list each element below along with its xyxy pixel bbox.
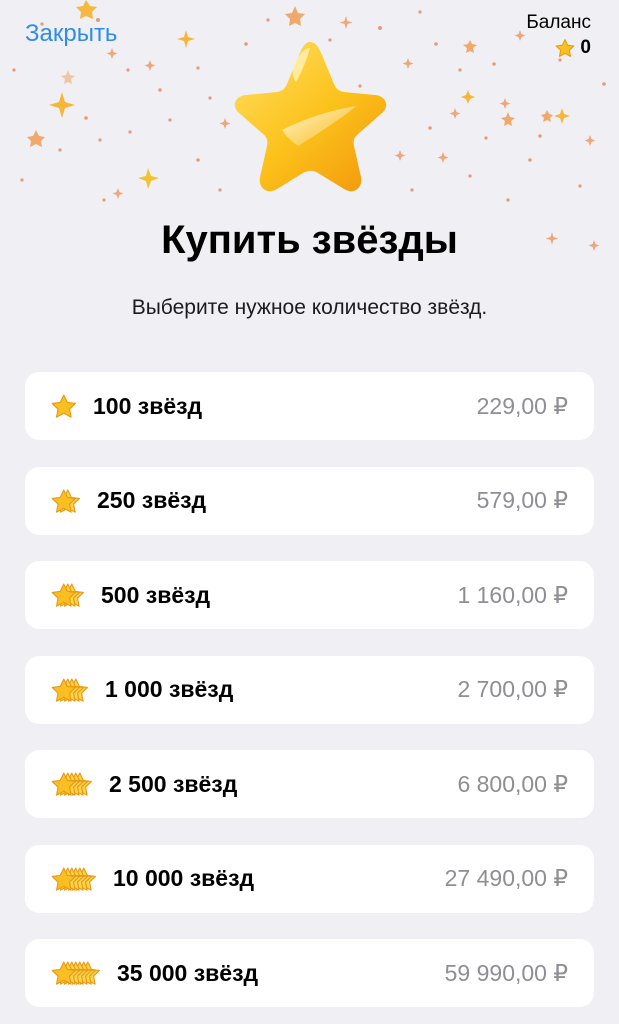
package-label: 1 000 звёзд bbox=[105, 676, 234, 702]
telegram-star-icon bbox=[234, 42, 387, 192]
package-label: 35 000 звёзд bbox=[117, 959, 259, 986]
stars-stack-svg bbox=[51, 677, 88, 702]
package-price: 229,00 ₽ bbox=[476, 392, 568, 419]
star-packages-list: 100 звёзд 229,00 ₽ 250 звёзд 579,00 ₽ 50… bbox=[25, 372, 594, 1024]
stars-stack-icon bbox=[49, 484, 83, 518]
star-package-row[interactable]: 35 000 звёзд 59 990,00 ₽ bbox=[25, 939, 594, 1007]
stars-stack-svg bbox=[51, 583, 84, 607]
package-label: 250 звёзд bbox=[97, 487, 207, 513]
package-price: 27 490,00 ₽ bbox=[444, 865, 568, 891]
star-icon bbox=[51, 394, 76, 418]
package-price: 59 990,00 ₽ bbox=[444, 959, 568, 986]
stars-stack-icon bbox=[49, 389, 79, 423]
star-package-row[interactable]: 1 000 звёзд 2 700,00 ₽ bbox=[25, 655, 594, 724]
stars-stack-icon bbox=[49, 956, 103, 990]
page-subtitle: Выберите нужное количество звёзд. bbox=[131, 296, 488, 319]
package-price: 6 800,00 ₽ bbox=[457, 770, 568, 797]
stars-stack-icon bbox=[49, 673, 91, 707]
balance-row: 0 bbox=[526, 37, 591, 59]
package-label: 500 звёзд bbox=[101, 581, 211, 608]
package-price: 2 700,00 ₽ bbox=[457, 676, 568, 702]
star-package-row[interactable]: 2 500 звёзд 6 800,00 ₽ bbox=[25, 750, 594, 818]
star-package-row[interactable]: 100 звёзд 229,00 ₽ bbox=[25, 372, 594, 440]
balance-label: Баланс bbox=[526, 12, 591, 33]
package-label: 2 500 звёзд bbox=[109, 770, 238, 797]
balance-widget: Баланс 0 bbox=[526, 12, 591, 59]
close-button[interactable]: Закрыть bbox=[25, 20, 117, 48]
stars-stack-icon bbox=[49, 767, 95, 801]
stars-stack-svg bbox=[51, 866, 96, 891]
star-icon bbox=[556, 38, 575, 57]
page-title: Купить звёзды bbox=[161, 218, 458, 262]
package-price: 1 160,00 ₽ bbox=[457, 581, 568, 608]
buy-stars-screen: Закрыть Баланс 0 Купить звёзды Выберите bbox=[0, 0, 619, 1024]
stars-stack-svg bbox=[51, 772, 92, 796]
package-price: 579,00 ₽ bbox=[476, 487, 568, 513]
star-package-row[interactable]: 500 звёзд 1 160,00 ₽ bbox=[25, 561, 594, 629]
stars-stack-icon bbox=[49, 862, 99, 896]
stars-stack-svg bbox=[51, 394, 76, 418]
package-label: 10 000 звёзд bbox=[113, 865, 255, 891]
package-label: 100 звёзд bbox=[93, 392, 203, 419]
balance-value: 0 bbox=[580, 37, 591, 58]
stars-stack-svg bbox=[51, 961, 100, 985]
stars-stack-icon bbox=[49, 578, 87, 612]
star-package-row[interactable]: 250 звёзд 579,00 ₽ bbox=[25, 466, 594, 535]
star-package-row[interactable]: 10 000 звёзд 27 490,00 ₽ bbox=[25, 844, 594, 913]
stars-stack-svg bbox=[51, 488, 80, 513]
